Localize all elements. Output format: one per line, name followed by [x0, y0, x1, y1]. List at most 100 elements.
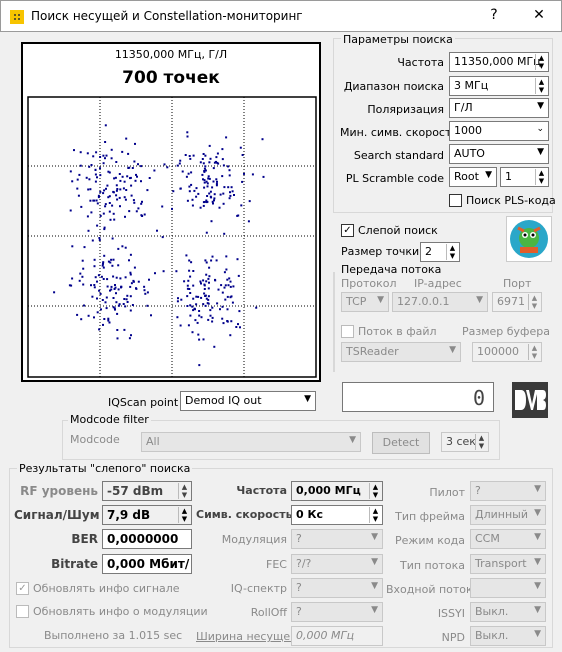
constellation-point	[116, 188, 119, 190]
port-spinner[interactable]: ▲ ▼	[528, 294, 540, 310]
pilot-select[interactable]: ? ▼	[470, 481, 546, 501]
constellation-point	[226, 320, 229, 322]
point-size-input[interactable]: 2 ▲ ▼	[420, 242, 460, 262]
constellation-point	[129, 273, 132, 276]
modcode-select[interactable]: All ▼	[141, 432, 361, 452]
constellation-point	[255, 306, 258, 309]
constellation-point	[78, 279, 81, 282]
stream-type-select[interactable]: Transport ▼	[470, 554, 546, 574]
dropdown-arrow-icon: ▼	[485, 170, 492, 180]
constellation-point	[217, 162, 220, 165]
constellation-point	[204, 294, 207, 297]
freq-input[interactable]: 11350,000 МГц ▲ ▼	[449, 52, 549, 72]
constellation-point	[210, 220, 213, 223]
constellation-point	[112, 190, 115, 193]
npd-select[interactable]: Выкл. ▼	[470, 626, 546, 646]
constellation-point	[126, 301, 129, 303]
mascot-icon[interactable]	[506, 216, 552, 262]
update-signal-checkbox[interactable]: ✓	[16, 582, 29, 595]
constellation-point	[101, 299, 104, 301]
constellation-point	[190, 183, 193, 186]
constellation-point	[110, 157, 113, 160]
blind-search-checkbox[interactable]: ✓	[341, 224, 354, 237]
pls-search-checkbox[interactable]	[449, 194, 462, 207]
constellation-point	[156, 229, 158, 232]
constellation-point	[226, 295, 229, 298]
constellation-point	[90, 211, 93, 214]
constellation-point	[192, 270, 195, 272]
rf-spinner[interactable]: ▲ ▼	[178, 483, 190, 499]
constellation-point	[213, 193, 216, 196]
constellation-point	[205, 280, 208, 283]
range-input[interactable]: 3 МГц ▲ ▼	[449, 76, 549, 96]
constellation-point	[140, 180, 142, 183]
constellation-point	[135, 210, 138, 213]
buffer-spinner[interactable]: ▲ ▼	[528, 344, 540, 360]
result-freq-spinner[interactable]: ▲ ▼	[369, 483, 381, 499]
frame-type-select[interactable]: Длинный ▼	[470, 505, 546, 525]
pls-mode-select[interactable]: Root ▼	[449, 167, 497, 187]
reader-select[interactable]: TSReader ▼	[341, 342, 461, 362]
point-size-spinner[interactable]: ▲ ▼	[446, 244, 458, 260]
pls-spinner[interactable]: ▲ ▼	[535, 169, 547, 185]
constellation-point	[262, 175, 265, 178]
bitrate-value: 0,000 Мбит/	[107, 557, 190, 571]
constellation-point	[208, 266, 211, 269]
constellation-point	[204, 165, 207, 168]
constellation-point	[125, 298, 128, 301]
bandwidth-link[interactable]: Ширина несущей	[196, 630, 297, 643]
protocol-select[interactable]: TCP ▼	[341, 292, 389, 312]
result-symrate-spinner[interactable]: ▲ ▼	[369, 507, 381, 523]
constellation-point	[221, 148, 224, 151]
stream-to-file-checkbox[interactable]	[341, 325, 354, 338]
detect-time-spinner[interactable]: ▲ ▼	[475, 434, 487, 450]
constellation-point	[135, 287, 138, 290]
freq-spinner[interactable]: ▲ ▼	[535, 54, 547, 70]
code-mode-select[interactable]: CCM ▼	[470, 529, 546, 549]
close-button[interactable]: ✕	[529, 7, 549, 23]
constellation-point	[127, 167, 130, 169]
ip-select[interactable]: 127.0.0.1 ▼	[392, 292, 488, 312]
constellation-point	[146, 189, 149, 192]
constellation-point	[102, 192, 105, 195]
ber-field: 0,0000000	[102, 529, 192, 549]
result-symrate-field: 0 Кс ▲ ▼	[291, 505, 383, 525]
constellation-point	[113, 177, 116, 180]
search-standard-select[interactable]: AUTO ▼	[449, 144, 549, 164]
constellation-point	[112, 297, 115, 299]
detect-time-input[interactable]: 3 сек ▲ ▼	[441, 432, 489, 452]
rolloff-select[interactable]: ? ▼	[291, 602, 383, 622]
ip-value: 127.0.0.1	[397, 295, 450, 308]
issyi-select[interactable]: Выкл. ▼	[470, 602, 546, 622]
iqscan-select[interactable]: Demod IQ out ▼	[180, 391, 316, 411]
min-symrate-select[interactable]: 1000 ⌄	[449, 121, 549, 141]
polarization-select[interactable]: Г/Л ▼	[449, 98, 549, 118]
constellation-point	[187, 279, 190, 282]
modulation-select[interactable]: ? ▼	[291, 529, 383, 549]
port-input[interactable]: 6971 ▲ ▼	[492, 292, 542, 312]
constellation-point	[240, 204, 243, 207]
constellation-point	[154, 272, 156, 275]
range-spinner[interactable]: ▲ ▼	[535, 78, 547, 94]
snr-spinner[interactable]: ▲ ▼	[178, 507, 190, 523]
constellation-point	[112, 212, 115, 215]
constellation-point	[192, 284, 195, 287]
fec-select[interactable]: ?/? ▼	[291, 554, 383, 574]
iq-spectrum-select[interactable]: ? ▼	[291, 578, 383, 598]
buffer-size-input[interactable]: 100000 ▲ ▼	[472, 342, 542, 362]
constellation-point	[122, 187, 125, 190]
detect-button[interactable]: Detect	[372, 432, 430, 454]
constellation-point	[124, 215, 126, 218]
constellation-point	[114, 308, 116, 311]
constellation-point	[180, 298, 183, 301]
modcode-label: Modcode	[70, 433, 120, 446]
pls-code-input[interactable]: 1 ▲ ▼	[500, 167, 549, 187]
constellation-point	[207, 175, 210, 178]
constellation-point	[188, 259, 191, 262]
update-modulation-checkbox[interactable]	[16, 605, 29, 618]
help-button[interactable]: ?	[484, 7, 504, 23]
point-size-value: 2	[425, 245, 432, 258]
input-stream-select[interactable]: ▼	[470, 578, 546, 598]
constellation-point	[203, 186, 206, 189]
constellation-point	[239, 326, 241, 329]
